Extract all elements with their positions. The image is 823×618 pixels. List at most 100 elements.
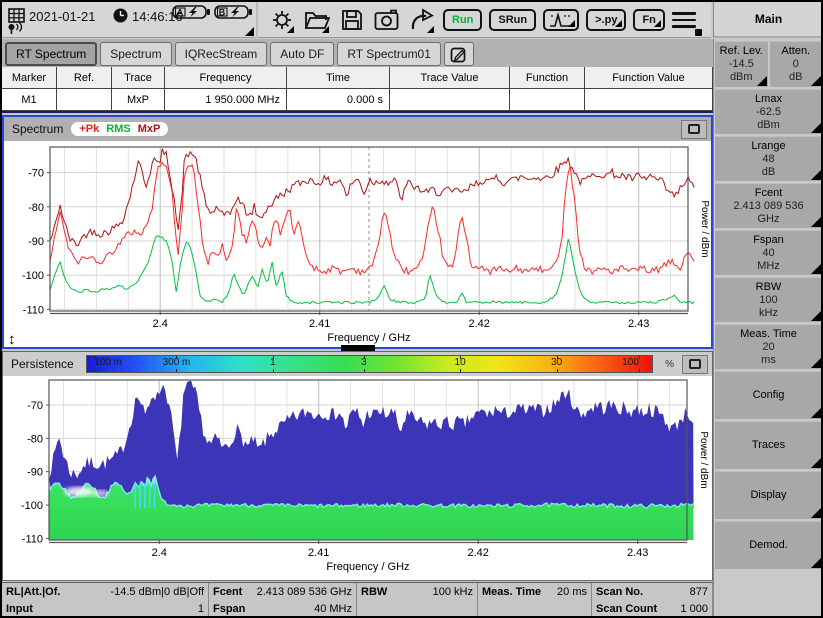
softkey-menu-corner [811,264,821,274]
softkey-menu-title: Main [713,2,823,38]
tab-rt-spectrum[interactable]: RT Spectrum [5,42,97,66]
softkey-label: Config [753,389,785,402]
persistence-panel[interactable]: Persistence 100 m300 m131030100 % -70-80… [2,351,713,581]
marker-col-header: Frequency [165,67,287,89]
battery-a-icon: A [172,5,211,19]
spectrum-view-menu-corner [568,20,575,27]
marker-col-header: Trace [112,67,165,89]
tab-auto-df[interactable]: Auto DF [270,42,334,66]
scale-label: 100 [622,357,639,368]
softkey-fspan[interactable]: Fspan40MHz [715,230,822,275]
svg-text:-80: -80 [28,202,44,214]
svg-text:2.41: 2.41 [308,547,329,559]
softkey-display[interactable]: Display [715,471,822,519]
status-value: 877 [690,584,708,600]
menu-button[interactable] [672,8,696,32]
datetime-group[interactable]: 2021-01-21 14:46:16 A B [2,2,258,38]
replay-button[interactable] [408,5,436,35]
marker-cell[interactable]: MxP [112,89,165,111]
marker-cell[interactable]: 0.000 s [287,89,390,111]
marker-cell[interactable] [57,89,112,111]
softkey-meas-time[interactable]: Meas. Time20ms [715,324,822,369]
softkey-config[interactable]: Config [715,371,822,419]
svg-text:-100: -100 [22,270,44,282]
softkey-rbw[interactable]: RBW100kHz [715,277,822,322]
status-value: 1 000 [680,601,708,617]
status-label: Fspan [213,601,245,617]
spectrum-view-button[interactable] [543,9,579,31]
single-run-button[interactable]: SRun [489,9,536,31]
app-window: 2021-01-21 14:46:16 A B [0,0,823,618]
status-label: Scan No. [596,584,643,600]
marker-col-header: Marker [2,67,57,89]
tab-rt-spectrum01[interactable]: RT Spectrum01 [337,42,441,66]
floppy-save-icon [340,8,364,32]
softkey-traces[interactable]: Traces [715,421,822,469]
svg-text:-90: -90 [28,236,44,248]
softkey-label: Fspan [753,234,784,247]
maximize-icon [689,359,701,369]
camera-icon [374,8,400,32]
svg-text:Power / dBm: Power / dBm [699,200,710,257]
datetime-menu-corner [245,27,254,36]
status-value: 40 MHz [314,601,352,617]
marker-cell[interactable] [390,89,510,111]
softkey-menu-corner [811,170,821,180]
gps-position-icon [7,22,23,36]
scale-tick [460,356,461,359]
save-button[interactable] [338,5,366,35]
svg-text:-70: -70 [27,400,43,412]
softkey-sidebar: Ref. Lev.-14.5dBmAtten.0dBLmax-62.5dBmLr… [713,39,823,618]
settings-button[interactable] [268,5,296,35]
scale-tick [364,356,365,359]
softkey-unit: kHz [759,307,778,320]
marker-cell[interactable] [510,89,585,111]
spectrum-panel[interactable]: Spectrum +PkRMSMxP -70-80-90-100-1102.42… [2,115,713,349]
svg-text:2.4: 2.4 [152,547,167,559]
tab-spectrum[interactable]: Spectrum [100,42,171,66]
screenshot-button[interactable] [373,5,401,35]
marker-col-header: Function Value [585,67,713,89]
panel-split-handle[interactable] [341,345,375,351]
softkey-label: RBW [756,281,782,294]
marker-cell[interactable] [585,89,713,111]
scale-updown-icon[interactable]: ↕ [8,332,16,347]
function-menu-corner [654,20,661,27]
softkey-label: Display [750,489,786,502]
softkey-ref-lev[interactable]: Ref. Lev.-14.5dBm [715,41,768,87]
spectrum-maximize-button[interactable] [681,120,707,139]
function-button[interactable]: Fn [633,9,664,31]
marker-cell[interactable]: 1 950.000 MHz [165,89,287,111]
status-bar: RL|Att.|Of.-14.5 dBm|0 dB|OffInput1Fcent… [2,582,713,618]
status-value: 2.413 089 536 GHz [257,584,352,600]
tab-iqrecstream[interactable]: IQRecStream [175,42,268,66]
softkey-atten[interactable]: Atten.0dB [770,41,823,87]
status-group: Fcent2.413 089 536 GHzFspan40 MHz [209,583,357,618]
svg-text:2.42: 2.42 [469,318,490,330]
spectrum-chart[interactable]: -70-80-90-100-1102.42.412.422.43Frequenc… [4,141,711,347]
status-group: Scan No.877Scan Count1 000 [592,583,713,618]
persistence-maximize-button[interactable] [682,355,708,374]
run-button[interactable]: Run [443,9,482,31]
softkey-label: Fcent [755,187,783,200]
open-menu-corner [322,26,329,33]
edit-tabs-button[interactable] [444,42,474,66]
trace-legend[interactable]: +PkRMSMxP [71,122,168,136]
svg-text:Power / dBm: Power / dBm [698,431,709,488]
softkey-fcent[interactable]: Fcent2.413 089 536GHz [715,183,822,228]
softkey-value: -14.5 [729,58,754,71]
legend-mxp: MxP [138,123,161,135]
svg-text:-100: -100 [21,500,43,512]
softkey-lrange[interactable]: Lrange48dB [715,136,822,181]
open-file-button[interactable] [303,5,331,35]
softkey-lmax[interactable]: Lmax-62.5dBm [715,89,822,134]
softkey-demod[interactable]: Demod. [715,521,822,569]
persistence-chart[interactable]: -70-80-90-100-1102.42.412.422.43Frequenc… [3,376,710,580]
python-button[interactable]: >.py [586,9,626,31]
svg-text:-90: -90 [27,467,43,479]
softkey-value: -62.5 [756,106,781,119]
softkey-unit: MHz [757,260,780,273]
marker-cell[interactable]: M1 [2,89,57,111]
status-label: Meas. Time [482,584,541,600]
softkey-unit: dB [789,71,802,84]
